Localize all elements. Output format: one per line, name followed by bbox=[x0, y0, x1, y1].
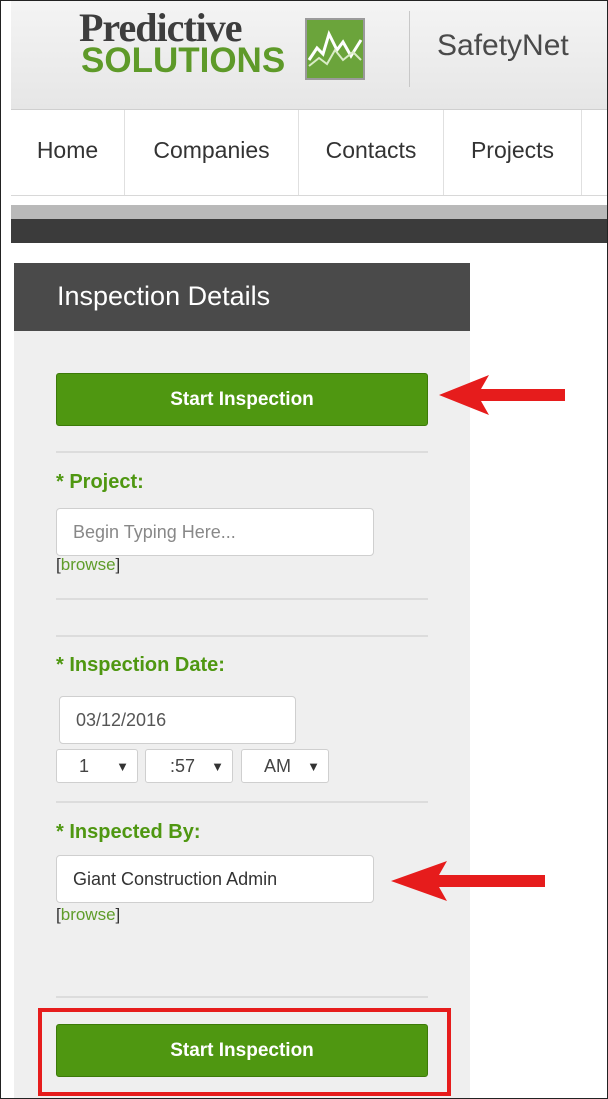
divider bbox=[56, 801, 428, 803]
hour-value: 1 bbox=[79, 756, 90, 776]
ampm-select[interactable]: AM ▼ bbox=[241, 749, 329, 783]
annotation-highlight-box bbox=[38, 1008, 451, 1096]
inspected-by-input[interactable]: Giant Construction Admin bbox=[56, 855, 374, 903]
toolbar-bar bbox=[11, 219, 607, 243]
minute-value: :57 bbox=[170, 756, 196, 776]
minute-select[interactable]: :57 ▼ bbox=[145, 749, 233, 783]
bracket-close: ] bbox=[115, 555, 121, 574]
annotation-arrow-icon bbox=[439, 375, 565, 415]
project-browse-link[interactable]: browse bbox=[61, 555, 116, 574]
inspection-date-label: * Inspection Date: bbox=[56, 654, 225, 676]
inspected-by-browse: [browse] bbox=[56, 905, 120, 925]
nav-contacts[interactable]: Contacts bbox=[299, 110, 444, 195]
inspected-by-label: * Inspected By: bbox=[56, 821, 201, 843]
subheader-bar bbox=[11, 205, 607, 219]
project-input[interactable]: Begin Typing Here... bbox=[56, 508, 374, 556]
divider bbox=[56, 598, 428, 600]
panel-header: Inspection Details bbox=[14, 263, 470, 331]
chevron-down-icon: ▼ bbox=[211, 759, 224, 774]
header-divider bbox=[409, 11, 410, 87]
nav-companies[interactable]: Companies bbox=[125, 110, 299, 195]
project-browse: [browse] bbox=[56, 555, 120, 575]
app-name: SafetyNet bbox=[437, 29, 569, 62]
logo-text-solutions: SOLUTIONS bbox=[81, 41, 286, 80]
app-frame: Predictive SOLUTIONS SafetyNet Home Comp… bbox=[0, 0, 608, 1099]
chevron-down-icon: ▼ bbox=[307, 759, 320, 774]
nav-projects[interactable]: Projects bbox=[444, 110, 582, 195]
main-nav: Home Companies Contacts Projects bbox=[11, 110, 607, 196]
nav-more[interactable] bbox=[582, 110, 607, 195]
project-label: * Project: bbox=[56, 471, 144, 493]
hour-select[interactable]: 1 ▼ bbox=[56, 749, 138, 783]
panel-title: Inspection Details bbox=[57, 281, 271, 311]
inspected-by-browse-link[interactable]: browse bbox=[61, 905, 116, 924]
start-inspection-button-top[interactable]: Start Inspection bbox=[56, 373, 428, 426]
annotation-arrow-icon bbox=[391, 861, 545, 901]
divider bbox=[56, 451, 428, 453]
divider bbox=[56, 996, 428, 998]
header: Predictive SOLUTIONS SafetyNet bbox=[11, 1, 607, 110]
inspection-date-input[interactable]: 03/12/2016 bbox=[59, 696, 296, 744]
bracket-close: ] bbox=[115, 905, 121, 924]
chart-logo-icon bbox=[305, 18, 365, 80]
divider bbox=[56, 635, 428, 637]
chevron-down-icon: ▼ bbox=[116, 759, 129, 774]
inspection-details-panel: Inspection Details Start Inspection * Pr… bbox=[14, 263, 470, 1098]
nav-home[interactable]: Home bbox=[11, 110, 125, 195]
predictive-solutions-logo[interactable]: Predictive SOLUTIONS bbox=[69, 6, 379, 86]
ampm-value: AM bbox=[264, 756, 291, 776]
